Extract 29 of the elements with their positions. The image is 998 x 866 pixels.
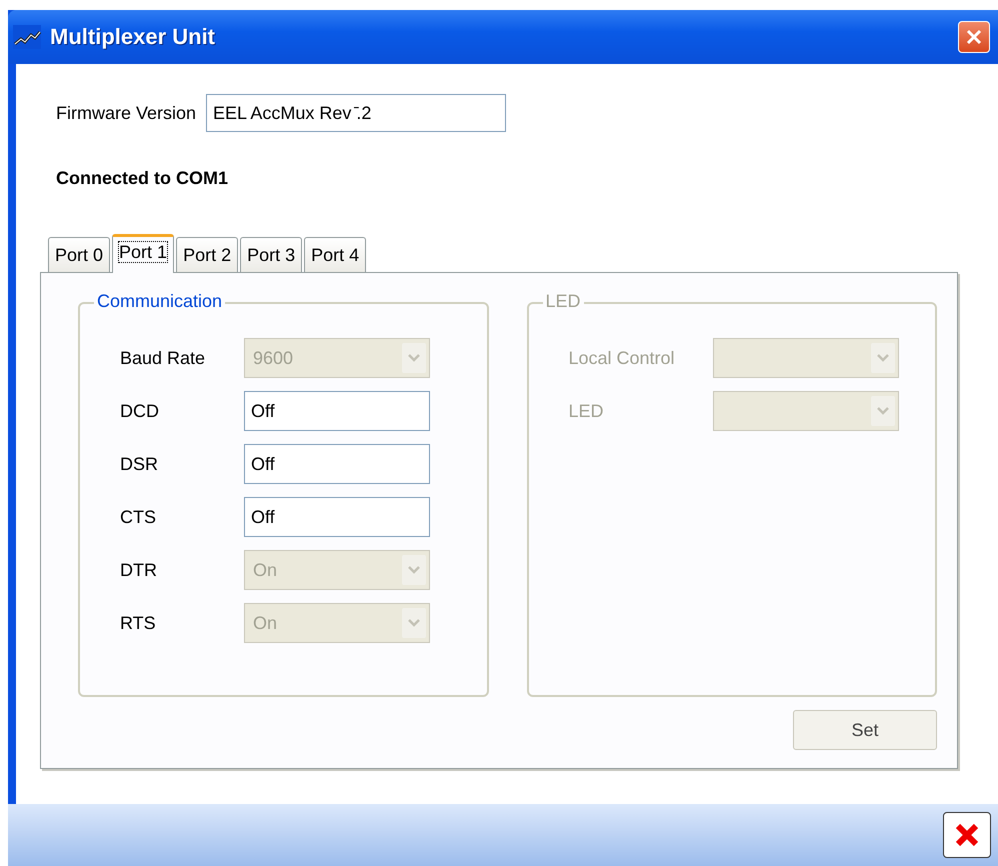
field-label: DTR: [120, 560, 158, 580]
caret-icon: [402, 555, 426, 585]
firmware-field[interactable]: EEL AccMux Rev ̄.2: [206, 94, 506, 132]
field-label: Firmware Version: [56, 102, 196, 124]
connection-status: Connected to COM1: [56, 168, 230, 189]
tab[interactable]: Port 1: [112, 234, 174, 273]
caret-icon: [402, 343, 426, 373]
text-field[interactable]: Off: [244, 391, 430, 431]
close-button[interactable]: [943, 812, 991, 858]
tab[interactable]: Port 3: [240, 237, 302, 272]
field-label: RTS: [120, 612, 157, 634]
tab[interactable]: Port 0: [48, 237, 110, 272]
chart-icon: [12, 24, 42, 50]
text-field[interactable]: Off: [244, 497, 430, 537]
window-title: Multiplexer Unit: [50, 24, 216, 50]
caret-icon: [402, 608, 426, 638]
field-label: Local Control: [568, 348, 676, 368]
set-button[interactable]: Set: [793, 710, 937, 750]
field-label: Baud Rate: [120, 348, 206, 368]
text-field[interactable]: Off: [244, 444, 430, 484]
field-label: DCD: [120, 400, 160, 422]
close-icon: [965, 28, 983, 46]
caret-icon: [870, 343, 894, 373]
tab[interactable]: Port 4: [304, 237, 366, 272]
field-label: DSR: [120, 454, 160, 474]
tab[interactable]: Port 2: [176, 237, 238, 272]
field-label: CTS: [120, 506, 157, 528]
caret-icon: [870, 396, 894, 426]
field-label: LED: [568, 400, 605, 422]
